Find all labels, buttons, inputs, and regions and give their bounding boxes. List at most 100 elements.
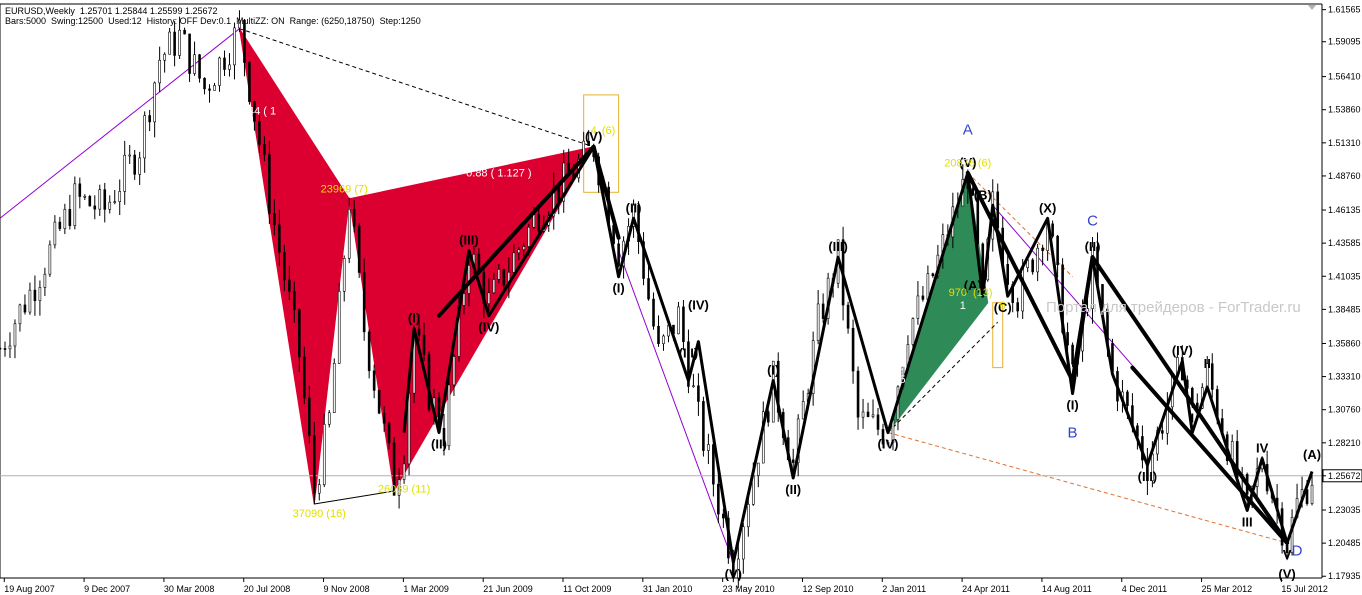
x-tick-label: 23 May 2010 (723, 584, 775, 594)
candle-body (248, 62, 251, 102)
candle-body (821, 303, 825, 319)
y-tick-label: 1.43585 (1328, 238, 1361, 248)
candle-body (652, 298, 655, 327)
candle-body (133, 154, 136, 175)
candle-body (312, 435, 316, 494)
candle-body (68, 208, 72, 227)
candle-body (1021, 267, 1024, 312)
wave-label: (IV) (878, 437, 899, 452)
wave-label: I (1190, 411, 1194, 426)
y-tick-label: 1.59095 (1328, 37, 1361, 47)
y-tick-label: 1.25672 (1328, 471, 1361, 481)
candle-body (367, 331, 371, 372)
watermark: Портал для трейдеров - ForTrader.ru (1046, 299, 1301, 316)
candle-body (38, 287, 42, 302)
y-tick-label: 1.48760 (1328, 171, 1361, 181)
candle-body (462, 293, 466, 306)
candle-body (657, 325, 660, 345)
candle-body (976, 194, 980, 245)
candle-body (372, 370, 376, 391)
candle-body (382, 412, 386, 424)
candle-body (422, 334, 426, 355)
y-tick-label: 1.38485 (1328, 304, 1361, 314)
candle-body (33, 289, 37, 302)
candle-body (158, 59, 161, 84)
candle-body (1041, 247, 1044, 251)
wave-label: (I) (1066, 398, 1078, 413)
x-tick-label: 11 Oct 2009 (563, 584, 611, 594)
y-tick-label: 1.33310 (1328, 372, 1361, 382)
x-tick-label: 9 Nov 2008 (324, 584, 370, 594)
wave-label: (V) (725, 566, 742, 581)
wave-label: (III) (679, 346, 699, 361)
ratio-label: 0.88 ( 1.127 ) (466, 168, 531, 180)
x-tick-label: 1 Mar 2009 (403, 584, 449, 594)
candle-body (1016, 302, 1019, 312)
ratio-label: 0.644 ( 1 (233, 105, 276, 117)
candle-body (153, 82, 156, 123)
candle-body (402, 463, 406, 480)
candle-body (816, 303, 820, 341)
candle-body (258, 121, 261, 145)
candle-body (756, 462, 760, 476)
candle-body (0, 347, 2, 350)
candle-body (108, 201, 112, 210)
fib-label: 6 (1000, 300, 1006, 312)
wave-label: (II) (626, 200, 642, 215)
candle-body (103, 189, 107, 210)
candle-body (377, 390, 381, 414)
wave-label: (I) (612, 281, 624, 296)
candle-body (647, 278, 650, 300)
candle-body (73, 183, 77, 227)
candle-body (28, 289, 32, 313)
candle-body (123, 155, 127, 192)
candle-body (278, 224, 281, 253)
candle-body (702, 401, 705, 451)
candle-body (532, 214, 536, 228)
plot-area (0, 3, 1323, 579)
wave-label: (I) (408, 311, 420, 326)
candle-body (148, 115, 151, 123)
candle-body (362, 272, 366, 333)
wave-label: (IV) (1172, 343, 1193, 358)
candle-body (347, 208, 351, 259)
candle-body (497, 269, 501, 280)
candle-body (228, 64, 231, 70)
candle-body (617, 243, 620, 267)
y-tick-label: 1.20485 (1328, 538, 1361, 548)
candle-body (856, 370, 860, 418)
candle-body (138, 157, 141, 175)
candle-body (163, 53, 166, 61)
fib-label: 23969 (7) (321, 183, 368, 195)
wave-label: (B) (974, 187, 992, 202)
candle-body (327, 412, 331, 425)
candle-body (23, 304, 27, 313)
candle-body (268, 154, 271, 214)
ratio-label: 1 (960, 300, 966, 312)
candle-body (8, 345, 12, 350)
candle-body (113, 201, 117, 203)
y-tick-label: 1.35860 (1328, 338, 1361, 348)
candle-body (407, 392, 411, 465)
candle-body (876, 414, 880, 430)
candle-body (18, 304, 22, 325)
candle-body (557, 187, 561, 202)
candle-body (742, 526, 745, 560)
candle-body (178, 29, 181, 56)
x-tick-label: 20 Jul 2008 (244, 584, 291, 594)
candle-body (801, 401, 805, 420)
ratio-label: 70 (892, 361, 904, 373)
candle-body (288, 279, 291, 292)
candle-body (916, 295, 920, 319)
candle-body (93, 205, 97, 210)
candle-body (63, 208, 67, 229)
fib-label: 26039 (11) (378, 483, 430, 495)
candle-body (168, 31, 171, 55)
candle-body (58, 221, 62, 229)
candle-body (193, 54, 196, 74)
wave-label: (III) (459, 233, 479, 248)
fib-label: 37090 (16) (293, 508, 346, 520)
candle-body (203, 77, 206, 90)
candle-body (213, 85, 216, 91)
candle-body (273, 213, 276, 226)
